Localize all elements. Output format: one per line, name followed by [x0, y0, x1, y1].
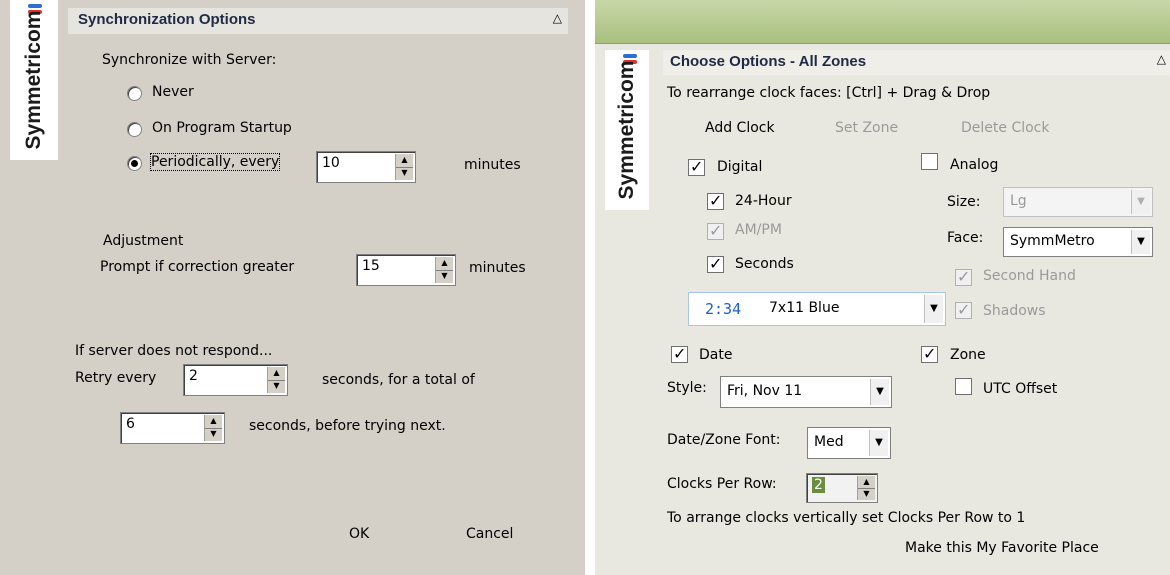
logo-swoosh-blue — [623, 54, 637, 58]
clock-title-bar: Choose Options - All Zones △ — [663, 50, 1170, 75]
set-zone-button[interactable]: Set Zone — [835, 120, 898, 136]
chevron-down-icon[interactable]: ▼ — [1131, 230, 1150, 254]
utc-offset-label: UTC Offset — [983, 381, 1058, 397]
total-seconds-value: 6 — [126, 416, 135, 432]
shadows-label: Shadows — [983, 303, 1046, 319]
utc-offset-checkbox[interactable] — [955, 378, 972, 395]
digital-style-select[interactable]: 2:34 7x11 Blue ▼ — [688, 292, 946, 326]
logo-swoosh-blue — [28, 4, 42, 8]
zone-checkbox[interactable]: ✓ — [921, 344, 938, 363]
face-select[interactable]: SymmMetro ▼ — [1003, 227, 1153, 257]
collapse-chevron-icon[interactable]: △ — [1157, 52, 1166, 66]
sync-with-server-label: Synchronize with Server: — [102, 52, 277, 68]
analog-checkbox[interactable] — [921, 153, 938, 170]
stepper-up-icon[interactable]: ▲ — [268, 367, 285, 381]
collapse-chevron-icon[interactable]: △ — [553, 11, 562, 25]
arrange-vertical-hint: To arrange clocks vertically set Clocks … — [667, 510, 1026, 526]
stepper-up-icon[interactable]: ▲ — [205, 415, 222, 429]
cancel-button[interactable]: Cancel — [466, 526, 513, 542]
brand-logo-text: Symmetricom — [22, 10, 45, 150]
chevron-down-icon[interactable]: ▼ — [924, 295, 943, 323]
24-hour-checkbox[interactable]: ✓ — [707, 191, 724, 210]
prompt-correction-stepper[interactable]: 15 ▲ ▼ — [356, 254, 456, 286]
analog-label: Analog — [950, 157, 999, 173]
date-label: Date — [699, 347, 733, 363]
digital-checkbox[interactable]: ✓ — [688, 157, 705, 176]
retry-seconds-value: 2 — [189, 368, 198, 384]
digital-label: Digital — [717, 159, 763, 175]
size-value: Lg — [1010, 193, 1027, 209]
stepper-down-icon[interactable]: ▼ — [436, 270, 453, 283]
ampm-checkbox[interactable]: ✓ — [707, 221, 724, 240]
chevron-down-icon[interactable]: ▼ — [1131, 190, 1150, 214]
stepper-up-icon[interactable]: ▲ — [436, 257, 453, 271]
24-hour-label: 24-Hour — [735, 193, 792, 209]
date-style-value: Fri, Nov 11 — [727, 383, 803, 399]
total-seconds-stepper[interactable]: 6 ▲ ▼ — [120, 412, 225, 444]
seconds-label: Seconds — [735, 256, 794, 272]
clock-panel-title: Choose Options - All Zones — [670, 53, 867, 70]
chevron-down-icon[interactable]: ▼ — [870, 379, 889, 405]
add-clock-button[interactable]: Add Clock — [705, 120, 775, 136]
shadows-checkbox[interactable]: ✓ — [955, 300, 972, 319]
date-zone-font-label: Date/Zone Font: — [667, 432, 781, 448]
date-checkbox[interactable]: ✓ — [671, 344, 688, 363]
digital-style-name: 7x11 Blue — [769, 300, 840, 316]
ok-button[interactable]: OK — [349, 526, 369, 542]
period-unit-label: minutes — [464, 157, 521, 173]
favorite-place-link[interactable]: Make this My Favorite Place — [905, 540, 1099, 556]
brand-logo-text: Symmetricom — [615, 60, 638, 200]
no-response-label: If server does not respond... — [75, 343, 273, 359]
prompt-unit-label: minutes — [469, 260, 526, 276]
retry-seconds-stepper[interactable]: 2 ▲ ▼ — [183, 364, 288, 396]
date-zone-font-value: Med — [814, 434, 844, 450]
window-top-band — [595, 0, 1170, 44]
clocks-per-row-label: Clocks Per Row: — [667, 476, 777, 492]
prompt-correction-label: Prompt if correction greater — [100, 259, 295, 275]
brand-logo: Symmetricom — [605, 50, 649, 210]
date-style-select[interactable]: Fri, Nov 11 ▼ — [720, 376, 892, 408]
size-select[interactable]: Lg ▼ — [1003, 187, 1153, 217]
period-minutes-stepper[interactable]: 10 ▲ ▼ — [316, 151, 416, 183]
clock-options-panel: Symmetricom Choose Options - All Zones △… — [595, 0, 1170, 575]
brand-logo: Symmetricom — [10, 0, 58, 160]
stepper-down-icon[interactable]: ▼ — [268, 380, 285, 393]
stepper-down-icon[interactable]: ▼ — [858, 488, 875, 500]
radio-never[interactable] — [127, 86, 142, 101]
face-value: SymmMetro — [1010, 233, 1095, 249]
seconds-checkbox[interactable]: ✓ — [707, 254, 724, 273]
zone-label: Zone — [950, 347, 986, 363]
style-label: Style: — [667, 380, 707, 396]
size-label: Size: — [947, 194, 981, 210]
radio-periodically[interactable] — [127, 156, 142, 171]
sync-options-panel: Symmetricom Synchronization Options △ Sy… — [0, 0, 585, 575]
sync-title-bar: Synchronization Options △ — [68, 8, 568, 34]
period-minutes-value: 10 — [322, 155, 340, 171]
clocks-per-row-value: 2 — [812, 477, 825, 493]
chevron-down-icon[interactable]: ▼ — [869, 430, 888, 456]
ampm-label: AM/PM — [735, 222, 782, 238]
retry-label: Retry every — [75, 370, 157, 386]
radio-startup-label[interactable]: On Program Startup — [152, 120, 292, 136]
rearrange-hint: To rearrange clock faces: [Ctrl] + Drag … — [667, 85, 991, 101]
stepper-down-icon[interactable]: ▼ — [396, 167, 413, 180]
radio-never-label[interactable]: Never — [152, 84, 194, 100]
stepper-down-icon[interactable]: ▼ — [205, 428, 222, 441]
clocks-per-row-stepper[interactable]: 2 ▲ ▼ — [806, 473, 878, 503]
radio-startup[interactable] — [127, 122, 142, 137]
second-hand-label: Second Hand — [983, 268, 1076, 284]
date-zone-font-select[interactable]: Med ▼ — [807, 427, 891, 459]
sync-panel-title: Synchronization Options — [78, 11, 256, 28]
digital-preview: 2:34 — [705, 300, 742, 318]
radio-periodically-label[interactable]: Periodically, every — [149, 153, 281, 171]
adjustment-heading: Adjustment — [103, 233, 184, 249]
face-label: Face: — [947, 230, 984, 246]
stepper-up-icon[interactable]: ▲ — [396, 154, 413, 168]
delete-clock-button[interactable]: Delete Clock — [961, 120, 1049, 136]
retry-suffix-label: seconds, for a total of — [322, 372, 475, 388]
total-suffix-label: seconds, before trying next. — [249, 418, 446, 434]
prompt-correction-value: 15 — [362, 258, 380, 274]
second-hand-checkbox[interactable]: ✓ — [955, 267, 972, 286]
